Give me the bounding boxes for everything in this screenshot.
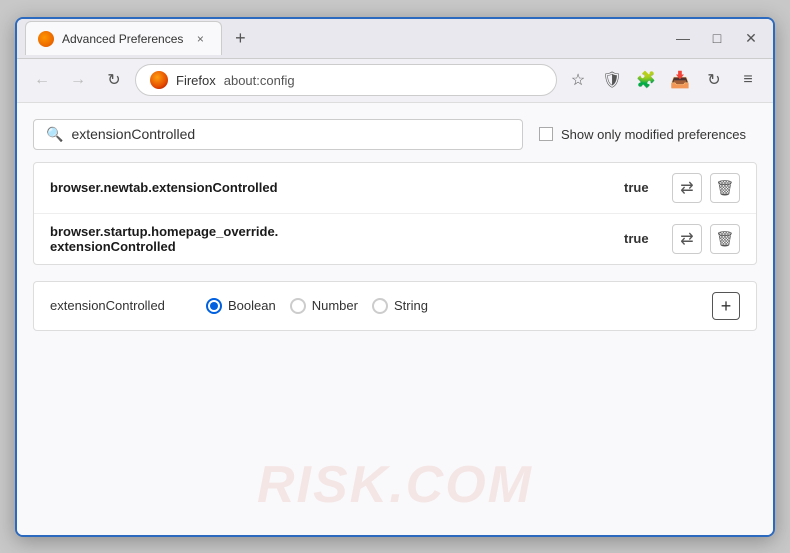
back-icon: ← [34, 71, 50, 89]
tab-favicon [38, 31, 54, 47]
swap-button-2[interactable]: ⇄ [672, 224, 702, 254]
search-input[interactable] [71, 126, 510, 142]
url-display[interactable]: about:config [224, 73, 542, 88]
active-tab[interactable]: Advanced Preferences × [25, 21, 222, 55]
swap-button-1[interactable]: ⇄ [672, 173, 702, 203]
watermark: RISK.COM [257, 455, 533, 515]
sync-icon: ↻ [707, 70, 720, 90]
add-pref-button[interactable]: + [712, 292, 740, 320]
browser-window: Advanced Preferences × + — □ ✕ ← → ↻ Fir… [15, 17, 775, 537]
close-button[interactable]: ✕ [737, 24, 765, 52]
address-bar[interactable]: Firefox about:config [135, 64, 557, 96]
swap-icon: ⇄ [680, 178, 693, 198]
firefox-logo-icon [150, 71, 168, 89]
add-pref-name: extensionControlled [50, 298, 190, 313]
radio-boolean-circle[interactable] [206, 298, 222, 314]
row-1-actions: ⇄ 🗑 [672, 173, 740, 203]
row-2-actions: ⇄ 🗑 [672, 224, 740, 254]
pref-value-1: true [624, 180, 660, 195]
title-bar: Advanced Preferences × + — □ ✕ [17, 19, 773, 59]
maximize-button[interactable]: □ [703, 24, 731, 52]
radio-boolean[interactable]: Boolean [206, 298, 276, 314]
trash-icon: 🗑 [715, 230, 734, 248]
show-modified-label: Show only modified preferences [561, 127, 746, 142]
bookmark-star-button[interactable]: ☆ [563, 65, 593, 95]
menu-button[interactable]: ≡ [733, 65, 763, 95]
pocket-icon: 📥 [670, 70, 690, 90]
firefox-favicon-icon [38, 31, 54, 47]
back-button[interactable]: ← [27, 65, 57, 95]
reload-icon: ↻ [107, 70, 120, 90]
search-box[interactable]: 🔍 [33, 119, 523, 150]
radio-number-circle[interactable] [290, 298, 306, 314]
minimize-button[interactable]: — [669, 24, 697, 52]
forward-icon: → [70, 71, 86, 89]
pref-name-2: browser.startup.homepage_override. exten… [50, 224, 612, 254]
extension-icon: 🧩 [636, 70, 656, 90]
show-modified-row: Show only modified preferences [539, 127, 746, 142]
search-row: 🔍 Show only modified preferences [33, 119, 757, 150]
tab-close-button[interactable]: × [191, 30, 209, 48]
radio-boolean-label: Boolean [228, 298, 276, 313]
radio-number-label: Number [312, 298, 358, 313]
forward-button[interactable]: → [63, 65, 93, 95]
sync-button[interactable]: ↻ [699, 65, 729, 95]
swap-icon: ⇄ [680, 229, 693, 249]
show-modified-checkbox[interactable] [539, 127, 553, 141]
nav-bar: ← → ↻ Firefox about:config ☆ 🛡 🧩 📥 [17, 59, 773, 103]
star-icon: ☆ [571, 70, 585, 90]
pref-name-1: browser.newtab.extensionControlled [50, 180, 612, 195]
menu-icon: ≡ [743, 71, 752, 89]
delete-button-1[interactable]: 🗑 [710, 173, 740, 203]
tab-title: Advanced Preferences [62, 32, 183, 46]
extension-button[interactable]: 🧩 [631, 65, 661, 95]
reload-button[interactable]: ↻ [99, 65, 129, 95]
pocket-button[interactable]: 📥 [665, 65, 695, 95]
search-icon: 🔍 [46, 126, 63, 143]
trash-icon: 🗑 [715, 179, 734, 197]
radio-number[interactable]: Number [290, 298, 358, 314]
shield-button[interactable]: 🛡 [597, 65, 627, 95]
shield-icon: 🛡 [602, 70, 622, 90]
tab-strip: Advanced Preferences × + [25, 21, 661, 55]
add-pref-row: extensionControlled Boolean Number Strin… [33, 281, 757, 331]
table-row: browser.newtab.extensionControlled true … [34, 163, 756, 214]
radio-string-circle[interactable] [372, 298, 388, 314]
content-area: RISK.COM 🔍 Show only modified preference… [17, 103, 773, 535]
delete-button-2[interactable]: 🗑 [710, 224, 740, 254]
table-row: browser.startup.homepage_override. exten… [34, 214, 756, 264]
browser-name-label: Firefox [176, 73, 216, 88]
pref-value-2: true [624, 231, 660, 246]
nav-icons: ☆ 🛡 🧩 📥 ↻ ≡ [563, 65, 763, 95]
new-tab-button[interactable]: + [226, 24, 254, 52]
radio-string-label: String [394, 298, 428, 313]
radio-string[interactable]: String [372, 298, 428, 314]
window-controls: — □ ✕ [669, 24, 765, 52]
results-table: browser.newtab.extensionControlled true … [33, 162, 757, 265]
type-radio-group: Boolean Number String [206, 298, 696, 314]
